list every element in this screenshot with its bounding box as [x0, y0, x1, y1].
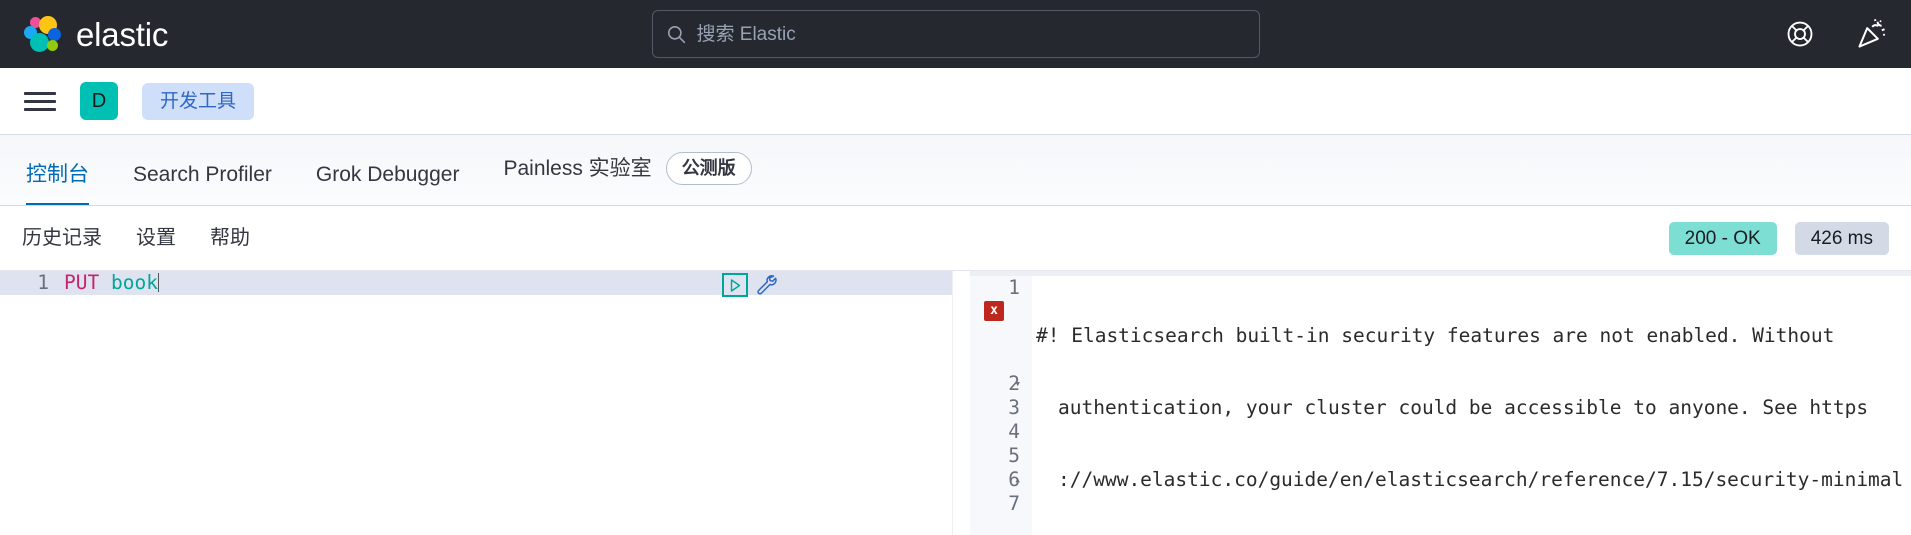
response-line-number: 1 [1008, 276, 1020, 299]
request-path: book [110, 271, 158, 294]
settings-button[interactable]: 设置 [136, 228, 176, 248]
request-actions [722, 272, 780, 298]
request-editor-pane[interactable]: 1 PUT book [0, 271, 952, 535]
wrench-icon [757, 275, 777, 295]
response-line-number: 2 ▾ [1008, 372, 1021, 396]
status-badge: 200 - OK [1668, 221, 1777, 255]
beta-badge[interactable]: 公测版 [665, 152, 752, 185]
response-line-number: 5 [1008, 444, 1020, 467]
tab-grok-debugger[interactable]: Grok Debugger [294, 164, 482, 205]
console-toolbar: 历史记录 设置 帮助 200 - OK 426 ms [0, 206, 1911, 270]
response-line-number: 7 [1008, 492, 1020, 515]
response-code-area[interactable]: 1 2 ▾ 3 4 5 6 ▴ 7 x #! Elasticsearch built… [970, 276, 1911, 535]
response-warning-line: authentication, your cluster could be ac… [1058, 396, 1869, 419]
tab-search-profiler-label: Search Profiler [133, 163, 272, 186]
request-editor-body[interactable]: PUT book [62, 271, 952, 298]
response-warning-line: ://www.elastic.co/guide/en/elasticsearch… [1058, 468, 1904, 491]
console-split-view: 1 PUT book 1 2 ▾ 3 4 5 6 ▴ 7 x #! Elasti… [0, 270, 1911, 535]
breadcrumb-nav-row: D 开发工具 [0, 68, 1911, 134]
global-search[interactable]: 搜索 Elastic [651, 10, 1260, 58]
request-code-area[interactable]: 1 PUT book [0, 271, 952, 298]
brand-name: elastic [76, 15, 169, 53]
app-tabs: 控制台 Search Profiler Grok Debugger Painle… [0, 134, 1911, 206]
request-options-button[interactable] [754, 272, 780, 298]
error-marker-icon[interactable]: x [984, 301, 1004, 321]
hamburger-menu-icon[interactable] [22, 83, 58, 119]
tab-painless-lab-label: Painless 实验室 [503, 157, 652, 180]
response-line-number: 4 [1008, 420, 1020, 443]
help-button[interactable] [1783, 17, 1817, 51]
tab-console-label: 控制台 [26, 163, 89, 186]
help-link[interactable]: 帮助 [210, 228, 250, 248]
elastic-home-link[interactable]: elastic [0, 0, 168, 68]
request-line-number: 1 [37, 271, 49, 294]
request-method: PUT [64, 271, 100, 294]
history-button[interactable]: 历史记录 [22, 228, 102, 248]
response-pane[interactable]: 1 2 ▾ 3 4 5 6 ▴ 7 x #! Elasticsearch built… [970, 271, 1911, 535]
request-line-1[interactable]: PUT book [62, 271, 952, 295]
response-gutter: 1 2 ▾ 3 4 5 6 ▴ 7 x [970, 276, 1032, 535]
send-request-button[interactable] [722, 273, 748, 297]
fold-toggle-icon[interactable]: ▴ [1014, 468, 1021, 492]
split-resizer[interactable] [952, 271, 970, 535]
request-gutter: 1 [0, 271, 62, 295]
search-placeholder-text: 搜索 Elastic [696, 23, 796, 45]
tab-console[interactable]: 控制台 [22, 164, 111, 205]
response-body[interactable]: #! Elasticsearch built-in security featu… [1032, 276, 1911, 535]
text-caret [157, 273, 159, 292]
tab-search-profiler[interactable]: Search Profiler [111, 164, 294, 205]
help-lifebuoy-icon [1787, 21, 1813, 47]
search-icon [667, 25, 685, 43]
elapsed-time-badge: 426 ms [1794, 221, 1889, 255]
play-triangle-icon [730, 278, 740, 292]
header-actions [1783, 17, 1889, 51]
breadcrumb[interactable]: 开发工具 [142, 82, 255, 120]
tab-painless-lab[interactable]: Painless 实验室 公测版 [481, 152, 773, 205]
fold-toggle-icon[interactable]: ▾ [1014, 372, 1021, 396]
response-line-number: 6 ▴ [1008, 468, 1021, 492]
tab-grok-debugger-label: Grok Debugger [315, 163, 460, 186]
response-status-group: 200 - OK 426 ms [1668, 221, 1889, 255]
top-header-bar: elastic 搜索 Elastic [0, 0, 1911, 68]
space-avatar[interactable]: D [80, 82, 118, 120]
announcement-confetti-icon [1858, 19, 1886, 48]
elastic-logo-icon [22, 15, 62, 53]
news-feed-button[interactable] [1855, 17, 1889, 51]
response-line-number: 3 [1008, 396, 1020, 419]
search-input[interactable]: 搜索 Elastic [651, 10, 1260, 58]
response-warning-line: #! Elasticsearch built-in security featu… [1036, 324, 1835, 347]
